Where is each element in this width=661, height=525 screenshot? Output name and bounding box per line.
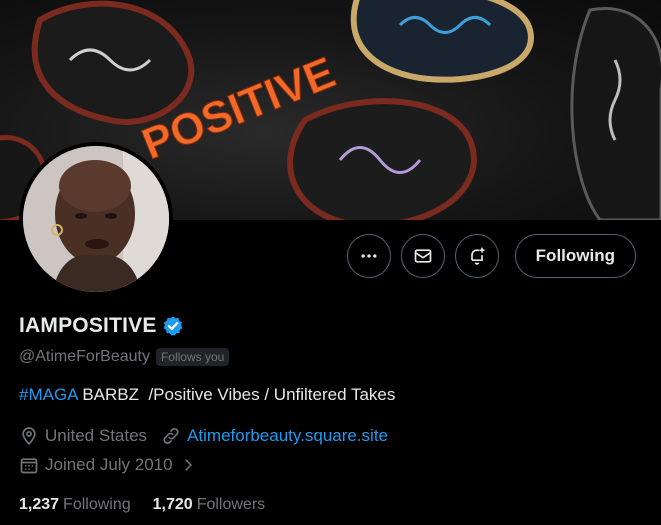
- chevron-right-icon: [184, 459, 192, 471]
- bio: #MAGA BARBZ /Positive Vibes / Unfiltered…: [19, 385, 395, 405]
- notify-button[interactable]: [454, 234, 499, 278]
- following-label: Following: [63, 496, 131, 513]
- profile-meta: United States Atimeforbeauty.square.site: [19, 426, 402, 446]
- bio-text: BARBZ /Positive Vibes / Unfiltered Takes: [77, 385, 396, 404]
- link-icon: [163, 427, 179, 445]
- avatar-photo: [23, 146, 169, 292]
- website-link[interactable]: Atimeforbeauty.square.site: [187, 426, 388, 446]
- follow-stats: 1,237 Following 1,720 Followers: [19, 496, 265, 514]
- follows-you-badge: Follows you: [155, 348, 230, 366]
- profile-actions: Following: [346, 234, 636, 278]
- location-item: United States: [19, 426, 147, 446]
- following-stat[interactable]: 1,237 Following: [19, 496, 131, 514]
- following-button[interactable]: Following: [514, 234, 636, 278]
- more-button[interactable]: [346, 234, 391, 278]
- handle-row: @AtimeForBeauty Follows you: [19, 348, 230, 366]
- location-pin-icon: [22, 427, 36, 446]
- followers-label: Followers: [196, 496, 266, 513]
- handle: @AtimeForBeauty: [19, 348, 150, 365]
- message-button[interactable]: [400, 234, 445, 278]
- website-item[interactable]: Atimeforbeauty.square.site: [161, 426, 388, 446]
- envelope-icon: [414, 249, 432, 263]
- joined-item[interactable]: Joined July 2010: [19, 455, 197, 475]
- verified-badge-icon[interactable]: [162, 315, 184, 337]
- location-text: United States: [45, 426, 148, 445]
- bell-plus-icon: [470, 247, 485, 265]
- joined-text: Joined July 2010: [45, 455, 173, 474]
- followers-stat[interactable]: 1,720 Followers: [153, 496, 266, 514]
- display-name: IAMPOSITIVE: [19, 314, 157, 337]
- display-name-row: IAMPOSITIVE: [19, 314, 184, 338]
- avatar[interactable]: [19, 142, 173, 296]
- following-count: 1,237: [19, 496, 60, 513]
- bio-hashtag-link[interactable]: #MAGA: [19, 385, 78, 404]
- more-icon: [361, 254, 377, 258]
- calendar-icon: [20, 458, 38, 474]
- followers-count: 1,720: [152, 496, 193, 513]
- joined-row[interactable]: Joined July 2010: [19, 455, 211, 475]
